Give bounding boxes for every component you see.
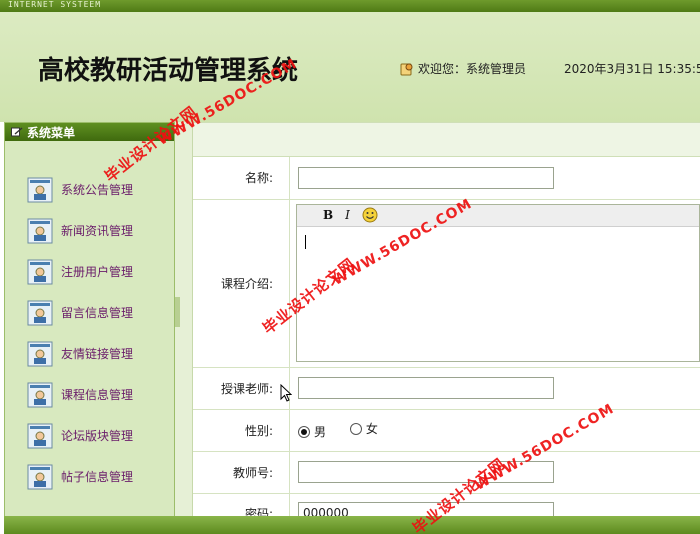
- sidebar-item-users[interactable]: 注册用户管理: [27, 251, 174, 292]
- gender-label: 性别:: [193, 409, 290, 452]
- sidebar-item-label: 留言信息管理: [61, 306, 134, 320]
- system-tag: INTERNET SYSTEEM: [8, 0, 102, 9]
- intro-label: 课程介绍:: [193, 199, 290, 368]
- splitter-grip[interactable]: [175, 297, 180, 327]
- sidebar-item-label: 帖子信息管理: [61, 470, 134, 484]
- top-strip: INTERNET SYSTEEM: [0, 0, 700, 12]
- editor-textarea[interactable]: [297, 226, 699, 361]
- italic-button[interactable]: I: [345, 208, 350, 222]
- footer-bar: [4, 516, 700, 534]
- sidebar-item-label: 课程信息管理: [61, 388, 134, 402]
- form-row-teacher-no: 教师号:: [193, 451, 700, 494]
- user-card-icon: [27, 218, 53, 243]
- sidebar-item-label: 新闻资讯管理: [61, 224, 134, 238]
- user-icon: [400, 63, 413, 75]
- user-card-icon: [27, 177, 53, 202]
- sidebar-item-label: 注册用户管理: [61, 265, 134, 279]
- edit-icon: [11, 127, 23, 137]
- gender-female-radio[interactable]: 女: [349, 420, 378, 437]
- mouse-pointer-icon: [280, 384, 292, 402]
- sidebar-menu: 系统公告管理 新闻资讯管理 注册用户管理 留言信息管理 友情链接管理 课程信息管…: [5, 141, 174, 497]
- user-card-icon: [27, 382, 53, 407]
- sidebar-item-links[interactable]: 友情链接管理: [27, 333, 174, 374]
- welcome-area: 欢迎您：系统管理员: [400, 60, 526, 77]
- rich-text-editor: B I: [296, 203, 700, 362]
- sidebar-item-label: 论坛版块管理: [61, 429, 134, 443]
- sidebar-splitter[interactable]: [175, 122, 193, 522]
- sidebar-item-notice[interactable]: 系统公告管理: [27, 169, 174, 210]
- teacher-input[interactable]: [298, 377, 554, 399]
- user-card-icon: [27, 423, 53, 448]
- form-row-gender: 性别: 男 女: [193, 409, 700, 452]
- editor-toolbar: B I: [297, 204, 699, 227]
- current-datetime: 2020年3月31日 15:35:55: [564, 62, 700, 76]
- content-toolbar: [193, 122, 700, 157]
- sidebar-heading-text: 系统菜单: [27, 125, 76, 140]
- user-card-icon: [27, 259, 53, 284]
- user-card-icon: [27, 300, 53, 325]
- radio-unselected-icon[interactable]: [349, 422, 362, 435]
- sidebar-item-label: 友情链接管理: [61, 347, 134, 361]
- header-banner: 高校教研活动管理系统 欢迎您：系统管理员 2020年3月31日 15:35:55: [0, 12, 700, 122]
- gender-male-radio[interactable]: 男: [298, 423, 326, 440]
- name-input[interactable]: [298, 166, 554, 189]
- text-caret: [305, 234, 306, 249]
- radio-selected-icon[interactable]: [298, 425, 310, 438]
- smiley-icon[interactable]: [362, 207, 378, 223]
- form-row-name: 名称:: [193, 157, 700, 200]
- sidebar-item-courses[interactable]: 课程信息管理: [27, 374, 174, 415]
- welcome-text: 欢迎您：系统管理员: [418, 62, 527, 76]
- sidebar-item-forum[interactable]: 论坛版块管理: [27, 415, 174, 456]
- sidebar-item-messages[interactable]: 留言信息管理: [27, 292, 174, 333]
- sidebar-item-posts[interactable]: 帖子信息管理: [27, 456, 174, 497]
- sidebar-item-news[interactable]: 新闻资讯管理: [27, 210, 174, 251]
- user-card-icon: [27, 341, 53, 366]
- bold-button[interactable]: B: [323, 208, 333, 222]
- user-card-icon: [27, 464, 53, 489]
- sidebar: 系统菜单 系统公告管理 新闻资讯管理 注册用户管理 留言信息管理 友情链接管理 …: [4, 122, 175, 522]
- teacher-no-label: 教师号:: [193, 451, 290, 494]
- sidebar-item-label: 系统公告管理: [61, 183, 134, 197]
- teacher-label: 授课老师:: [193, 367, 290, 410]
- form-row-teacher: 授课老师:: [193, 367, 700, 410]
- name-label: 名称:: [193, 157, 290, 200]
